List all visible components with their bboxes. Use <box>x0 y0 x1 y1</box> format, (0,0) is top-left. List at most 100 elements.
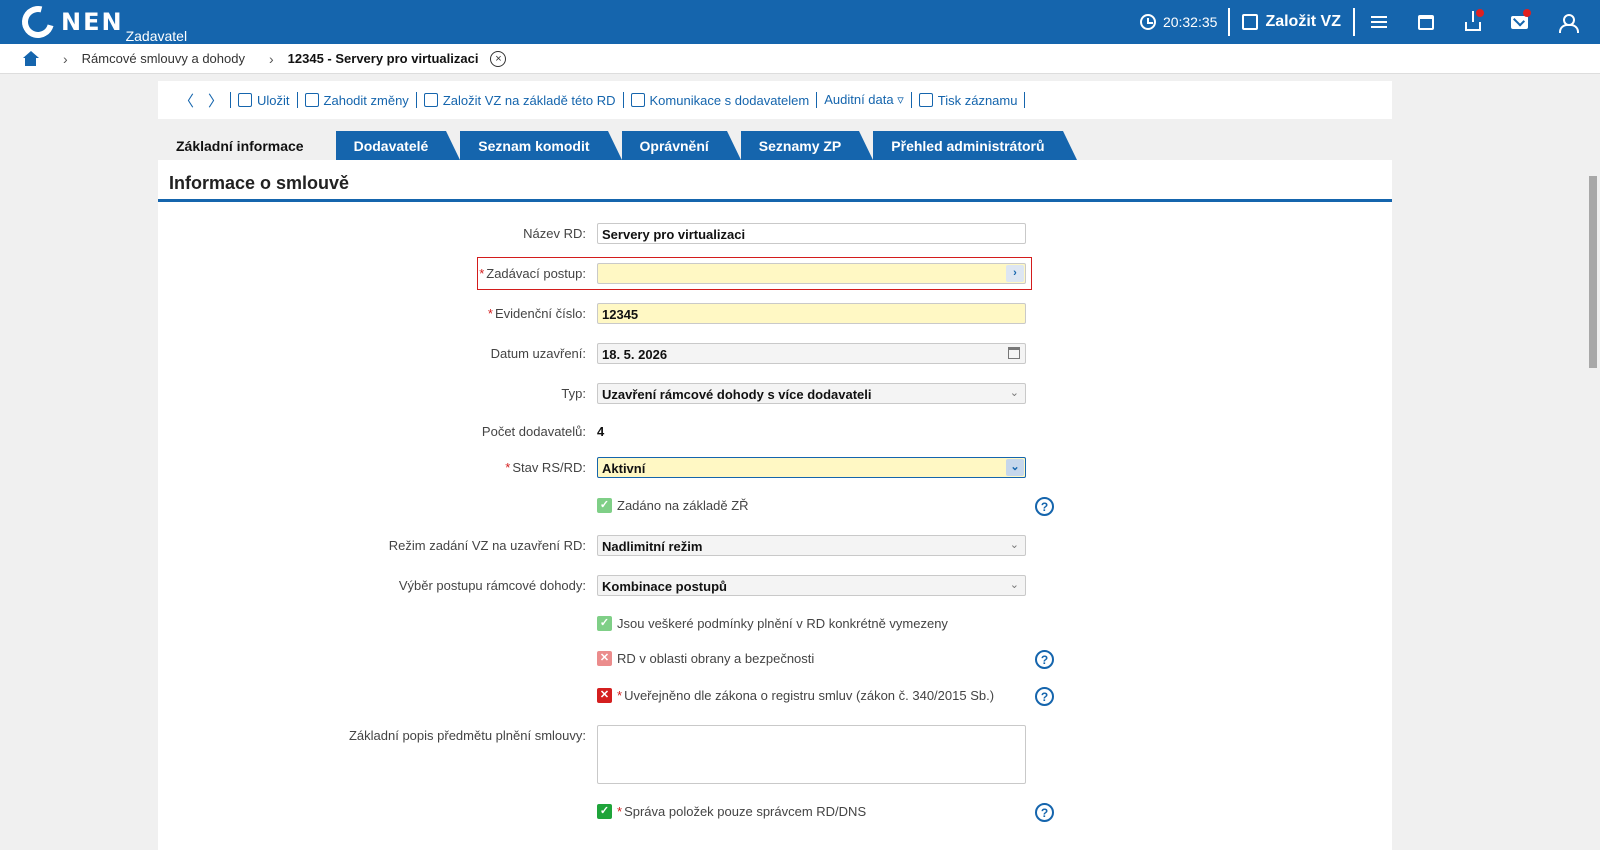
nazev-rd-input[interactable]: Servery pro virtualizaci <box>597 223 1026 244</box>
record-toolbar: 〈 〉 Uložit Zahodit změny Založit VZ na z… <box>158 81 1392 119</box>
datum-uzavreni-input[interactable]: 18. 5. 2026 <box>597 343 1026 364</box>
checkbox-label: Uveřejněno dle zákona o registru smluv (… <box>624 688 995 703</box>
notification-dot <box>1476 9 1484 17</box>
contract-info-panel: Informace o smlouvě Název RD: Servery pr… <box>158 160 1392 850</box>
sprava-polozek-checkbox[interactable]: ✓ * Správa položek pouze správcem RD/DNS <box>597 804 866 819</box>
clipboard-icon <box>630 93 645 107</box>
help-icon[interactable]: ? <box>1035 687 1054 706</box>
user-button[interactable] <box>1543 0 1590 44</box>
rezim-value: Nadlimitní režim <box>602 539 703 554</box>
row-datum-uzavreni: Datum uzavření: 18. 5. 2026 <box>158 343 1392 365</box>
field-label: Datum uzavření: <box>490 346 586 361</box>
chevron-down-icon: ⌄ <box>1009 579 1019 591</box>
toolbar-divider <box>1024 92 1026 108</box>
tab-zp-lists[interactable]: Seznamy ZP <box>740 131 874 160</box>
required-mark: * <box>479 266 485 281</box>
tab-basic-info[interactable]: Základní informace <box>158 131 336 160</box>
logo-circle-icon <box>16 0 60 44</box>
top-right-controls: 20:32:35 Založit VZ <box>1139 0 1600 44</box>
tab-permissions[interactable]: Oprávnění <box>621 131 742 160</box>
chevron-down-icon: ⌄ <box>1009 539 1019 551</box>
clock-icon <box>1139 14 1156 30</box>
supplier-communication-button[interactable]: Komunikace s dodavatelem <box>624 93 817 108</box>
checkbox-unchecked-icon: ✕ <box>597 651 612 666</box>
breadcrumb-item-framework-agreements[interactable]: Rámcové smlouvy a dohody <box>82 51 245 66</box>
field-label: Počet dodavatelů: <box>481 424 586 439</box>
help-icon[interactable]: ? <box>1035 497 1054 516</box>
tab-administrators[interactable]: Přehled administrátorů <box>873 131 1077 160</box>
typ-select[interactable]: Uzavření rámcové dohody s více dodavatel… <box>597 383 1026 404</box>
chevron-right-icon: › <box>268 50 274 67</box>
breadcrumb: › Rámcové smlouvy a dohody › 12345 - Ser… <box>0 44 1600 74</box>
scrollbar-thumb[interactable] <box>1589 176 1597 368</box>
help-icon[interactable]: ? <box>1035 803 1054 822</box>
row-rezim: Režim zadání VZ na uzavření RD: Nadlimit… <box>158 535 1392 557</box>
popis-textarea[interactable] <box>597 725 1026 784</box>
back-arrow-icon[interactable]: 〈 <box>172 90 201 111</box>
save-button[interactable]: Uložit <box>231 93 297 108</box>
zadavaci-postup-input[interactable]: › <box>597 263 1026 284</box>
chevron-right-icon[interactable]: › <box>1006 265 1024 282</box>
rezim-select[interactable]: Nadlimitní režim ⌄ <box>597 535 1026 556</box>
edit-icon <box>1242 14 1259 30</box>
user-icon <box>1558 13 1579 33</box>
home-icon[interactable] <box>22 51 39 66</box>
calendar-icon[interactable] <box>1008 347 1020 359</box>
vyber-postupu-value: Kombinace postupů <box>602 579 727 594</box>
menu-button[interactable] <box>1355 0 1402 44</box>
help-icon[interactable]: ? <box>1035 650 1054 669</box>
logo-subtitle: Zadavatel <box>125 28 188 44</box>
chevron-down-icon: ⌄ <box>1009 387 1019 399</box>
checkbox-checked-icon: ✓ <box>597 498 612 513</box>
datum-uzavreni-value: 18. 5. 2026 <box>602 347 668 362</box>
checkbox-checked-icon: ✓ <box>597 804 612 819</box>
checkbox-label: Jsou veškeré podmínky plnění v RD konkré… <box>617 616 948 631</box>
calendar-button[interactable] <box>1402 0 1449 44</box>
field-label: Základní popis předmětu plnění smlouvy: <box>348 728 586 743</box>
stav-select[interactable]: Aktivní ⌄ <box>597 457 1026 478</box>
downloads-button[interactable] <box>1449 0 1496 44</box>
field-label: Režim zadání VZ na uzavření RD: <box>388 538 586 553</box>
messages-button[interactable] <box>1496 0 1543 44</box>
calendar-icon <box>1417 14 1434 30</box>
field-label: * Zadávací postup: <box>479 266 586 281</box>
page-scrollbar[interactable] <box>1586 74 1600 850</box>
create-icon <box>423 93 438 107</box>
tab-bar: Základní informace Dodavatelé Seznam kom… <box>158 131 1077 160</box>
chevron-down-icon[interactable]: ⌄ <box>1006 459 1024 476</box>
create-vz-from-rd-button[interactable]: Založit VZ na základě této RD <box>417 93 623 108</box>
download-icon <box>1464 10 1481 31</box>
top-bar: NEN Zadavatel 20:32:35 Založit VZ <box>0 0 1600 44</box>
breadcrumb-item-current: 12345 - Servery pro virtualizaci <box>287 51 479 66</box>
discard-changes-button[interactable]: Zahodit změny <box>298 93 416 108</box>
podminky-checkbox[interactable]: ✓ Jsou veškeré podmínky plnění v RD konk… <box>597 616 948 631</box>
tab-suppliers[interactable]: Dodavatelé <box>335 131 460 160</box>
hamburger-icon <box>1370 16 1387 28</box>
tab-commodities[interactable]: Seznam komodit <box>460 131 622 160</box>
vyber-postupu-select[interactable]: Kombinace postupů ⌄ <box>597 575 1026 596</box>
field-label: Výběr postupu rámcové dohody: <box>398 578 586 593</box>
save-icon <box>238 93 253 107</box>
uverejneno-checkbox[interactable]: ✕ * Uveřejněno dle zákona o registru sml… <box>597 688 994 703</box>
checkbox-label: Správa položek pouze správcem RD/DNS <box>624 804 867 819</box>
print-record-button[interactable]: Tisk záznamu <box>912 93 1025 108</box>
row-nazev-rd: Název RD: Servery pro virtualizaci <box>158 223 1392 245</box>
row-stav: * Stav RS/RD: Aktivní ⌄ <box>158 457 1392 479</box>
mail-icon <box>1511 15 1528 29</box>
zadavaci-postup-label: Zadávací postup: <box>486 266 586 281</box>
evidencni-cislo-label: Evidenční číslo: <box>494 306 586 321</box>
zadano-zr-checkbox[interactable]: ✓ Zadáno na základě ZŘ <box>597 498 749 513</box>
nen-logo[interactable]: NEN Zadavatel <box>16 0 188 44</box>
print-label: Tisk záznamu <box>937 92 1018 108</box>
audit-data-dropdown[interactable]: Auditní data ▿ <box>817 92 911 108</box>
forward-arrow-icon[interactable]: 〉 <box>201 90 230 111</box>
row-popis: Základní popis předmětu plnění smlouvy: <box>158 725 1392 785</box>
obrana-checkbox[interactable]: ✕ RD v oblasti obrany a bezpečnosti <box>597 651 814 666</box>
row-obrana: ✕ RD v oblasti obrany a bezpečnosti ? <box>158 650 1392 673</box>
evidencni-cislo-input[interactable]: 12345 <box>597 303 1026 324</box>
required-mark: * <box>617 804 623 819</box>
create-vz-button[interactable]: Založit VZ <box>1230 13 1353 31</box>
field-label: Typ: <box>561 386 586 401</box>
stav-value: Aktivní <box>602 461 646 476</box>
close-icon[interactable]: × <box>490 50 507 67</box>
